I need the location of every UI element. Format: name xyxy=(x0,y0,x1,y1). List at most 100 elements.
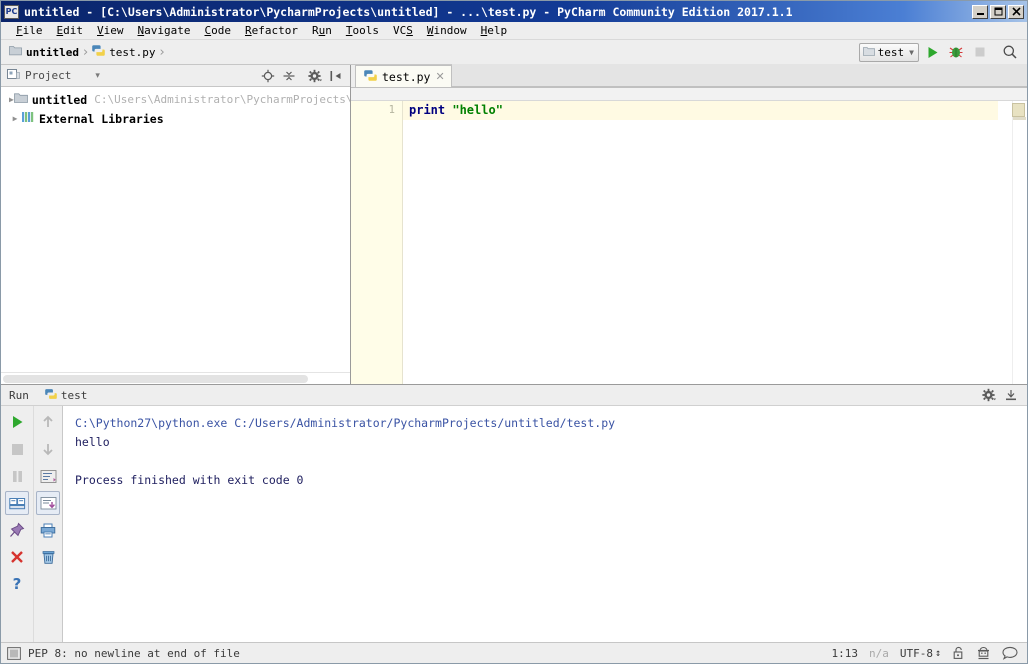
project-scrollbar-thumb[interactable] xyxy=(3,375,308,383)
scroll-to-end-button[interactable] xyxy=(36,491,60,515)
code-pane[interactable]: print "hello" xyxy=(403,101,1012,384)
code-line-1[interactable]: print "hello" xyxy=(403,101,1012,120)
lock-icon[interactable] xyxy=(952,646,965,660)
analysis-marker-stripe xyxy=(1013,117,1026,120)
event-log-icon[interactable] xyxy=(1002,646,1018,660)
menu-window[interactable]: Window xyxy=(420,23,474,38)
console-toggle-button[interactable] xyxy=(5,491,29,515)
maximize-button[interactable] xyxy=(990,4,1006,19)
title-bar: PC untitled - [C:\Users\Administrator\Py… xyxy=(1,1,1027,22)
close-icon[interactable]: ✕ xyxy=(435,70,444,83)
run-tab-test[interactable]: test xyxy=(45,388,87,403)
menu-vcs[interactable]: VCS xyxy=(386,23,420,38)
close-button[interactable] xyxy=(1008,4,1024,19)
menu-code[interactable]: Code xyxy=(197,23,238,38)
caret-position[interactable]: 1:13 xyxy=(831,647,858,660)
editor-breadcrumb-strip xyxy=(351,88,1027,101)
search-everywhere-button[interactable] xyxy=(999,42,1021,63)
run-button[interactable] xyxy=(921,42,943,63)
console-line-output: hello xyxy=(75,435,110,449)
editor-scrollbar[interactable] xyxy=(1012,101,1027,384)
menu-bar: File Edit View Navigate Code Refactor Ru… xyxy=(1,22,1027,40)
project-panel-title: Project xyxy=(25,69,72,82)
hide-run-panel-button[interactable] xyxy=(1001,386,1021,404)
code-analysis-indicator[interactable] xyxy=(1012,103,1025,117)
clear-all-button[interactable] xyxy=(36,545,60,569)
navigation-bar: untitled › test.py › test ▼ xyxy=(1,40,1027,65)
previous-occurrence-button xyxy=(36,410,60,434)
tree-node-untitled-label: untitled xyxy=(31,92,88,107)
run-tool-window: Run test ? C:\Python27\python.exe C:/Use… xyxy=(1,384,1027,642)
settings-button[interactable] xyxy=(305,67,325,85)
help-button[interactable]: ? xyxy=(5,572,29,596)
python-file-icon xyxy=(45,388,57,403)
main-body: Project ▾ ▶ untitled C:\Users\Administra… xyxy=(1,64,1027,384)
menu-run[interactable]: Run xyxy=(305,23,339,38)
console-line-exit: Process finished with exit code 0 xyxy=(75,473,304,487)
run-settings-button[interactable] xyxy=(979,386,999,404)
menu-refactor[interactable]: Refactor xyxy=(238,23,305,38)
project-icon xyxy=(7,68,20,83)
menu-run-rest: n xyxy=(325,24,332,37)
print-button[interactable] xyxy=(36,518,60,542)
menu-view-rest: iew xyxy=(103,24,124,37)
chevron-down-icon: ▼ xyxy=(909,47,914,57)
menu-help[interactable]: Help xyxy=(474,23,515,38)
project-tool-window: Project ▾ ▶ untitled C:\Users\Administra… xyxy=(1,65,351,384)
pause-button xyxy=(5,464,29,488)
run-window-header: Run test xyxy=(1,385,1027,406)
python-file-icon xyxy=(92,44,105,60)
minimize-button[interactable] xyxy=(972,4,988,19)
menu-tools[interactable]: Tools xyxy=(339,23,386,38)
soft-wrap-button[interactable] xyxy=(36,464,60,488)
run-console-output[interactable]: C:\Python27\python.exe C:/Users/Administ… xyxy=(62,406,1027,642)
project-panel-caret[interactable]: ▾ xyxy=(95,71,100,81)
menu-edit[interactable]: Edit xyxy=(50,23,91,38)
hide-panel-button[interactable] xyxy=(326,67,346,85)
menu-view[interactable]: View xyxy=(90,23,131,38)
stop-button xyxy=(969,42,991,63)
editor-tabs-filler xyxy=(451,64,1027,87)
run-toolbar-left: ? xyxy=(1,406,33,642)
python-file-icon xyxy=(364,69,377,85)
breadcrumb-testpy[interactable]: test.py xyxy=(92,44,156,60)
menu-navigate[interactable]: Navigate xyxy=(131,23,198,38)
line-number-1: 1 xyxy=(388,104,395,116)
locate-file-button[interactable] xyxy=(258,67,278,85)
tree-node-untitled-path: C:\Users\Administrator\PycharmProjects\u xyxy=(94,93,350,106)
editor-tabs: test.py ✕ xyxy=(351,64,1027,88)
next-occurrence-button xyxy=(36,437,60,461)
run-configuration-selector[interactable]: test ▼ xyxy=(858,42,919,62)
close-button[interactable] xyxy=(5,545,29,569)
tab-test-py-label: test.py xyxy=(382,69,431,84)
inspector-icon[interactable] xyxy=(976,646,991,661)
debug-button[interactable] xyxy=(945,42,967,63)
menu-navigate-rest: avigate xyxy=(144,24,191,37)
encoding-caret-icon: ↕ xyxy=(934,647,941,659)
line-separator[interactable]: n/a xyxy=(869,647,889,660)
navbar-right-tools: test ▼ xyxy=(858,42,1027,63)
folder-icon xyxy=(9,45,22,59)
project-horizontal-scrollbar[interactable] xyxy=(1,372,350,384)
tree-node-external-libraries[interactable]: ▶ External Libraries xyxy=(1,109,350,128)
window-controls xyxy=(972,4,1024,19)
expander-icon[interactable]: ▶ xyxy=(9,114,21,123)
tab-test-py[interactable]: test.py ✕ xyxy=(355,65,452,87)
breadcrumb-untitled-label: untitled xyxy=(26,45,79,59)
encoding-label: UTF-8 xyxy=(899,646,933,660)
pin-tab-button[interactable] xyxy=(5,518,29,542)
rerun-button[interactable] xyxy=(5,410,29,434)
editor-gutter[interactable]: 1 xyxy=(351,101,403,384)
menu-refactor-rest: efactor xyxy=(251,24,298,37)
encoding-selector[interactable]: UTF-8 ↕ xyxy=(900,647,941,660)
run-config-folder-icon xyxy=(862,46,875,59)
console-line-command: C:\Python27\python.exe C:/Users/Administ… xyxy=(75,416,616,430)
menu-file[interactable]: File xyxy=(9,23,50,38)
breadcrumb-separator-1: › xyxy=(82,44,89,60)
menu-help-rest: elp xyxy=(487,24,508,37)
breadcrumb-untitled[interactable]: untitled xyxy=(9,45,79,59)
info-window-icon[interactable] xyxy=(7,646,21,660)
collapse-all-button[interactable] xyxy=(279,67,299,85)
tree-node-untitled[interactable]: ▶ untitled C:\Users\Administrator\Pychar… xyxy=(1,90,350,109)
code-keyword-print: print xyxy=(409,103,446,117)
